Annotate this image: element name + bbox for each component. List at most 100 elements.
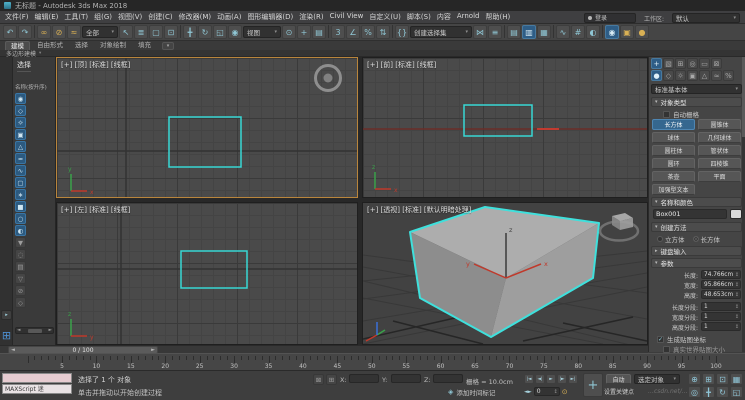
display-frozen-icon[interactable]: ■: [15, 201, 26, 212]
redo-icon[interactable]: ↷: [18, 25, 32, 39]
motion-tab-icon[interactable]: ◎: [687, 58, 698, 69]
parameters-rollout[interactable]: 参数: [651, 258, 742, 268]
select-object-icon[interactable]: ↖: [119, 25, 133, 39]
zoom-icon[interactable]: ⊕: [688, 373, 701, 385]
render-production-icon[interactable]: ●: [635, 25, 649, 39]
viewport-left[interactable]: [+] [左] [标准] [线框] y z: [56, 202, 358, 345]
sphere-button[interactable]: 球体: [652, 132, 695, 143]
ribbon-tab-selection[interactable]: 选择: [70, 41, 93, 50]
viewport-perspective-label[interactable]: [+] [透视] [标准] [默认明暗处理]: [367, 205, 471, 215]
selection-set-icon[interactable]: ◌: [15, 249, 26, 260]
field-of-view-icon[interactable]: ◎: [688, 386, 701, 398]
scene-explorer-toggle-icon[interactable]: ▥: [522, 25, 536, 39]
creation-method-rollout[interactable]: 创建方法: [651, 222, 742, 232]
teapot-button[interactable]: 茶壶: [652, 171, 695, 182]
sync-selection-icon[interactable]: ⊘: [15, 285, 26, 296]
hierarchy-tab-icon[interactable]: ⊞: [675, 58, 686, 69]
auto-key-button[interactable]: 自动: [606, 374, 631, 384]
width-field[interactable]: 95.866cm: [701, 280, 741, 289]
menu-customize[interactable]: 自定义(U): [369, 12, 401, 22]
scroll-right-icon[interactable]: ►: [49, 328, 52, 333]
height-segs-field[interactable]: 1: [701, 322, 741, 331]
zoom-extents-all-icon[interactable]: ▦: [730, 373, 743, 385]
scene-explorer-scrollbar[interactable]: ◄►: [15, 327, 54, 334]
cone-button[interactable]: 圆锥体: [698, 119, 741, 130]
x-coord-field[interactable]: [349, 374, 379, 383]
select-and-link-icon[interactable]: ∞: [37, 25, 51, 39]
generate-mapping-coords-checkbox[interactable]: ✓生成贴图坐标: [657, 334, 706, 344]
viewport-top[interactable]: [+] [顶] [标准] [线框] x y: [56, 57, 358, 198]
menu-help[interactable]: 帮助(H): [485, 12, 510, 22]
workspace-dropdown[interactable]: 默认: [672, 13, 740, 23]
textplus-button[interactable]: 加强型文本: [652, 184, 695, 195]
cube-radio[interactable]: 立方体: [657, 234, 685, 244]
autogrid-checkbox[interactable]: 自动栅格: [663, 109, 699, 119]
display-particles-icon[interactable]: ∗: [15, 189, 26, 200]
utilities-tab-icon[interactable]: ⊠: [711, 58, 722, 69]
display-helpers-icon[interactable]: △: [15, 141, 26, 152]
sign-in-dropdown[interactable]: 登录: [584, 13, 636, 23]
length-segs-field[interactable]: 1: [701, 302, 741, 311]
pick-container-icon[interactable]: ◇: [15, 297, 26, 308]
list-view-icon[interactable]: ▤: [15, 261, 26, 272]
object-color-swatch[interactable]: [730, 209, 742, 219]
set-keys-button[interactable]: +: [583, 373, 603, 397]
keyboard-shortcut-override-icon[interactable]: ▤: [312, 25, 326, 39]
create-tab-icon[interactable]: +: [651, 58, 662, 69]
display-lights-icon[interactable]: ☼: [15, 117, 26, 128]
schematic-view-icon[interactable]: #: [571, 25, 585, 39]
display-tab-icon[interactable]: ▭: [699, 58, 710, 69]
ribbon-tab-populate[interactable]: 填充: [133, 41, 156, 50]
go-to-start-button[interactable]: |◄: [524, 374, 534, 384]
y-coord-field[interactable]: [391, 374, 421, 383]
keyboard-entry-rollout[interactable]: 键盘输入: [651, 246, 742, 256]
filter-combinator-icon[interactable]: ▽: [15, 273, 26, 284]
name-color-rollout[interactable]: 名称和颜色: [651, 197, 742, 207]
menu-group[interactable]: 组(G): [94, 12, 112, 22]
mirror-icon[interactable]: ⋈: [473, 25, 487, 39]
set-key-label[interactable]: 设置关键点: [604, 387, 644, 397]
percent-snap-icon[interactable]: %: [361, 25, 375, 39]
cylinder-button[interactable]: 圆柱体: [652, 145, 695, 156]
reference-coordinate-dropdown[interactable]: 视图: [243, 26, 281, 38]
geosphere-button[interactable]: 几何球体: [698, 132, 741, 143]
systems-category-icon[interactable]: %: [723, 70, 734, 81]
menu-edit[interactable]: 编辑(E): [35, 12, 59, 22]
ribbon-panel-strip[interactable]: 多边形建模: [0, 50, 745, 57]
orbit-icon[interactable]: ↻: [716, 386, 729, 398]
menu-create[interactable]: 创建(C): [148, 12, 172, 22]
menu-animation[interactable]: 动画(A): [217, 12, 241, 22]
key-mode-icon[interactable]: ◄►: [524, 389, 532, 395]
curve-editor-icon[interactable]: ∿: [556, 25, 570, 39]
go-to-end-button[interactable]: ►|: [568, 374, 578, 384]
select-by-name-icon[interactable]: ≣: [134, 25, 148, 39]
selection-filter-dropdown[interactable]: 全部: [82, 26, 118, 38]
undo-icon[interactable]: ↶: [3, 25, 17, 39]
viewport-front-label[interactable]: [+] [前] [标准] [线框]: [367, 60, 436, 70]
key-filter-icon[interactable]: ⊙: [562, 388, 568, 396]
viewcube[interactable]: [600, 213, 638, 241]
viewport-layout-grid-icon[interactable]: ⊞: [0, 328, 13, 342]
menu-content[interactable]: 内容: [437, 12, 451, 22]
layout-flyout-arrow-icon[interactable]: ▸: [1, 310, 12, 320]
helpers-category-icon[interactable]: △: [699, 70, 710, 81]
named-selection-sets-dropdown[interactable]: 创建选择集: [410, 26, 472, 38]
angle-snap-icon[interactable]: ∠: [346, 25, 360, 39]
modify-tab-icon[interactable]: ▧: [663, 58, 674, 69]
previous-frame-button[interactable]: ◄|: [535, 374, 545, 384]
select-and-move-icon[interactable]: ╋: [183, 25, 197, 39]
render-setup-icon[interactable]: ◉: [605, 25, 619, 39]
ribbon-minimize-icon[interactable]: ▾: [162, 42, 174, 50]
object-name-field[interactable]: Box001: [653, 209, 727, 219]
torus-button[interactable]: 圆环: [652, 158, 695, 169]
selection-lock-toggle-icon[interactable]: ⊠: [313, 374, 324, 385]
tube-button[interactable]: 管状体: [698, 145, 741, 156]
window-crossing-toggle-icon[interactable]: ⊡: [164, 25, 178, 39]
select-and-rotate-icon[interactable]: ↻: [198, 25, 212, 39]
maxscript-mini-listener-input[interactable]: [2, 373, 72, 383]
viewport-left-label[interactable]: [+] [左] [标准] [线框]: [61, 205, 130, 215]
spacewarps-category-icon[interactable]: ≈: [711, 70, 722, 81]
width-segs-field[interactable]: 1: [701, 312, 741, 321]
zoom-all-icon[interactable]: ⊞: [702, 373, 715, 385]
object-type-rollout[interactable]: 对象类型: [651, 97, 742, 107]
